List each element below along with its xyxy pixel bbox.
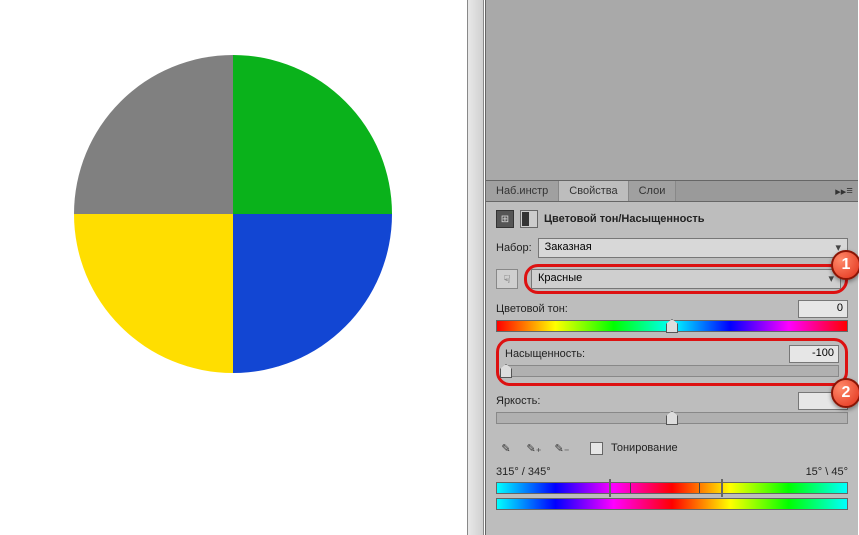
saturation-slider-track[interactable] xyxy=(505,365,839,377)
color-range-value: Красные xyxy=(538,272,582,284)
hue-range-zone[interactable] xyxy=(630,483,700,493)
properties-panel: ⊞ Цветовой тон/Насыщенность Набор: Заказ… xyxy=(486,202,858,535)
hue-bar-bottom xyxy=(496,498,848,510)
hue-value-input[interactable]: 0 xyxy=(798,300,848,318)
adjustment-header: ⊞ Цветовой тон/Насыщенность xyxy=(496,210,848,228)
lightness-row: Яркость: 0 xyxy=(496,392,848,424)
panel-menu-icon[interactable]: ▸▸ ≡ xyxy=(830,181,858,201)
saturation-highlight: Насыщенность: -100 xyxy=(496,338,848,386)
tab-layers[interactable]: Слои xyxy=(629,181,677,201)
quadrant-blue xyxy=(233,214,392,373)
preset-label: Набор: xyxy=(496,242,532,254)
mask-icon[interactable] xyxy=(520,210,538,228)
hue-bar-top[interactable] xyxy=(496,482,848,494)
hue-row: Цветовой тон: 0 xyxy=(496,300,848,332)
quadrant-yellow xyxy=(74,214,233,373)
properties-panel-container: Наб.инстр Свойства Слои ▸▸ ≡ ⊞ Цветовой … xyxy=(485,0,858,535)
tab-properties[interactable]: Свойства xyxy=(559,181,628,201)
eyedropper-row: ✎ ✎₊ ✎₋ Тонирование xyxy=(496,438,848,458)
colorize-checkbox[interactable] xyxy=(590,442,603,455)
adjustment-title: Цветовой тон/Насыщенность xyxy=(544,213,705,225)
color-range-highlight: Красные xyxy=(524,264,848,294)
menu-icon: ≡ xyxy=(846,185,852,197)
hue-range-bars xyxy=(496,482,848,510)
color-wheel-image xyxy=(74,55,392,373)
eyedropper-add-icon[interactable]: ✎₊ xyxy=(524,438,544,458)
targeted-adjustment-icon[interactable]: ☟ xyxy=(496,269,518,289)
panel-tabs: Наб.инстр Свойства Слои ▸▸ ≡ xyxy=(486,180,858,202)
lightness-slider-handle[interactable] xyxy=(666,411,678,425)
tab-tool-presets[interactable]: Наб.инстр xyxy=(486,181,559,201)
hue-falloff-left[interactable] xyxy=(609,479,611,497)
workspace-background xyxy=(486,0,858,180)
eyedropper-icon[interactable]: ✎ xyxy=(496,438,516,458)
annotation-callout-1: 1 xyxy=(831,250,859,280)
hue-label: Цветовой тон: xyxy=(496,303,568,315)
adjustment-type-icon[interactable]: ⊞ xyxy=(496,210,514,228)
preset-select[interactable]: Заказная xyxy=(538,238,848,258)
saturation-label: Насыщенность: xyxy=(505,348,585,360)
color-range-row: ☟ Красные xyxy=(496,264,848,294)
range-left: 315° / 345° xyxy=(496,466,551,478)
lightness-slider-track[interactable] xyxy=(496,412,848,424)
eyedropper-subtract-icon[interactable]: ✎₋ xyxy=(552,438,572,458)
lightness-label: Яркость: xyxy=(496,395,540,407)
color-range-select[interactable]: Красные xyxy=(531,269,841,289)
preset-value: Заказная xyxy=(545,241,592,253)
canvas-area[interactable] xyxy=(0,0,468,535)
chevron-right-icon: ▸▸ xyxy=(835,185,846,198)
quadrant-green xyxy=(233,55,392,214)
hue-slider-handle[interactable] xyxy=(666,319,678,333)
annotation-callout-2: 2 xyxy=(831,378,859,408)
preset-row: Набор: Заказная xyxy=(496,238,848,258)
range-right: 15° \ 45° xyxy=(806,466,848,478)
vertical-scrollbar[interactable] xyxy=(468,0,484,535)
colorize-label: Тонирование xyxy=(611,442,678,454)
saturation-value-input[interactable]: -100 xyxy=(789,345,839,363)
saturation-slider-handle[interactable] xyxy=(500,364,512,378)
hue-range-readout: 315° / 345° 15° \ 45° xyxy=(496,466,848,478)
hue-falloff-right[interactable] xyxy=(721,479,723,497)
quadrant-gray xyxy=(74,55,233,214)
hue-slider-track[interactable] xyxy=(496,320,848,332)
